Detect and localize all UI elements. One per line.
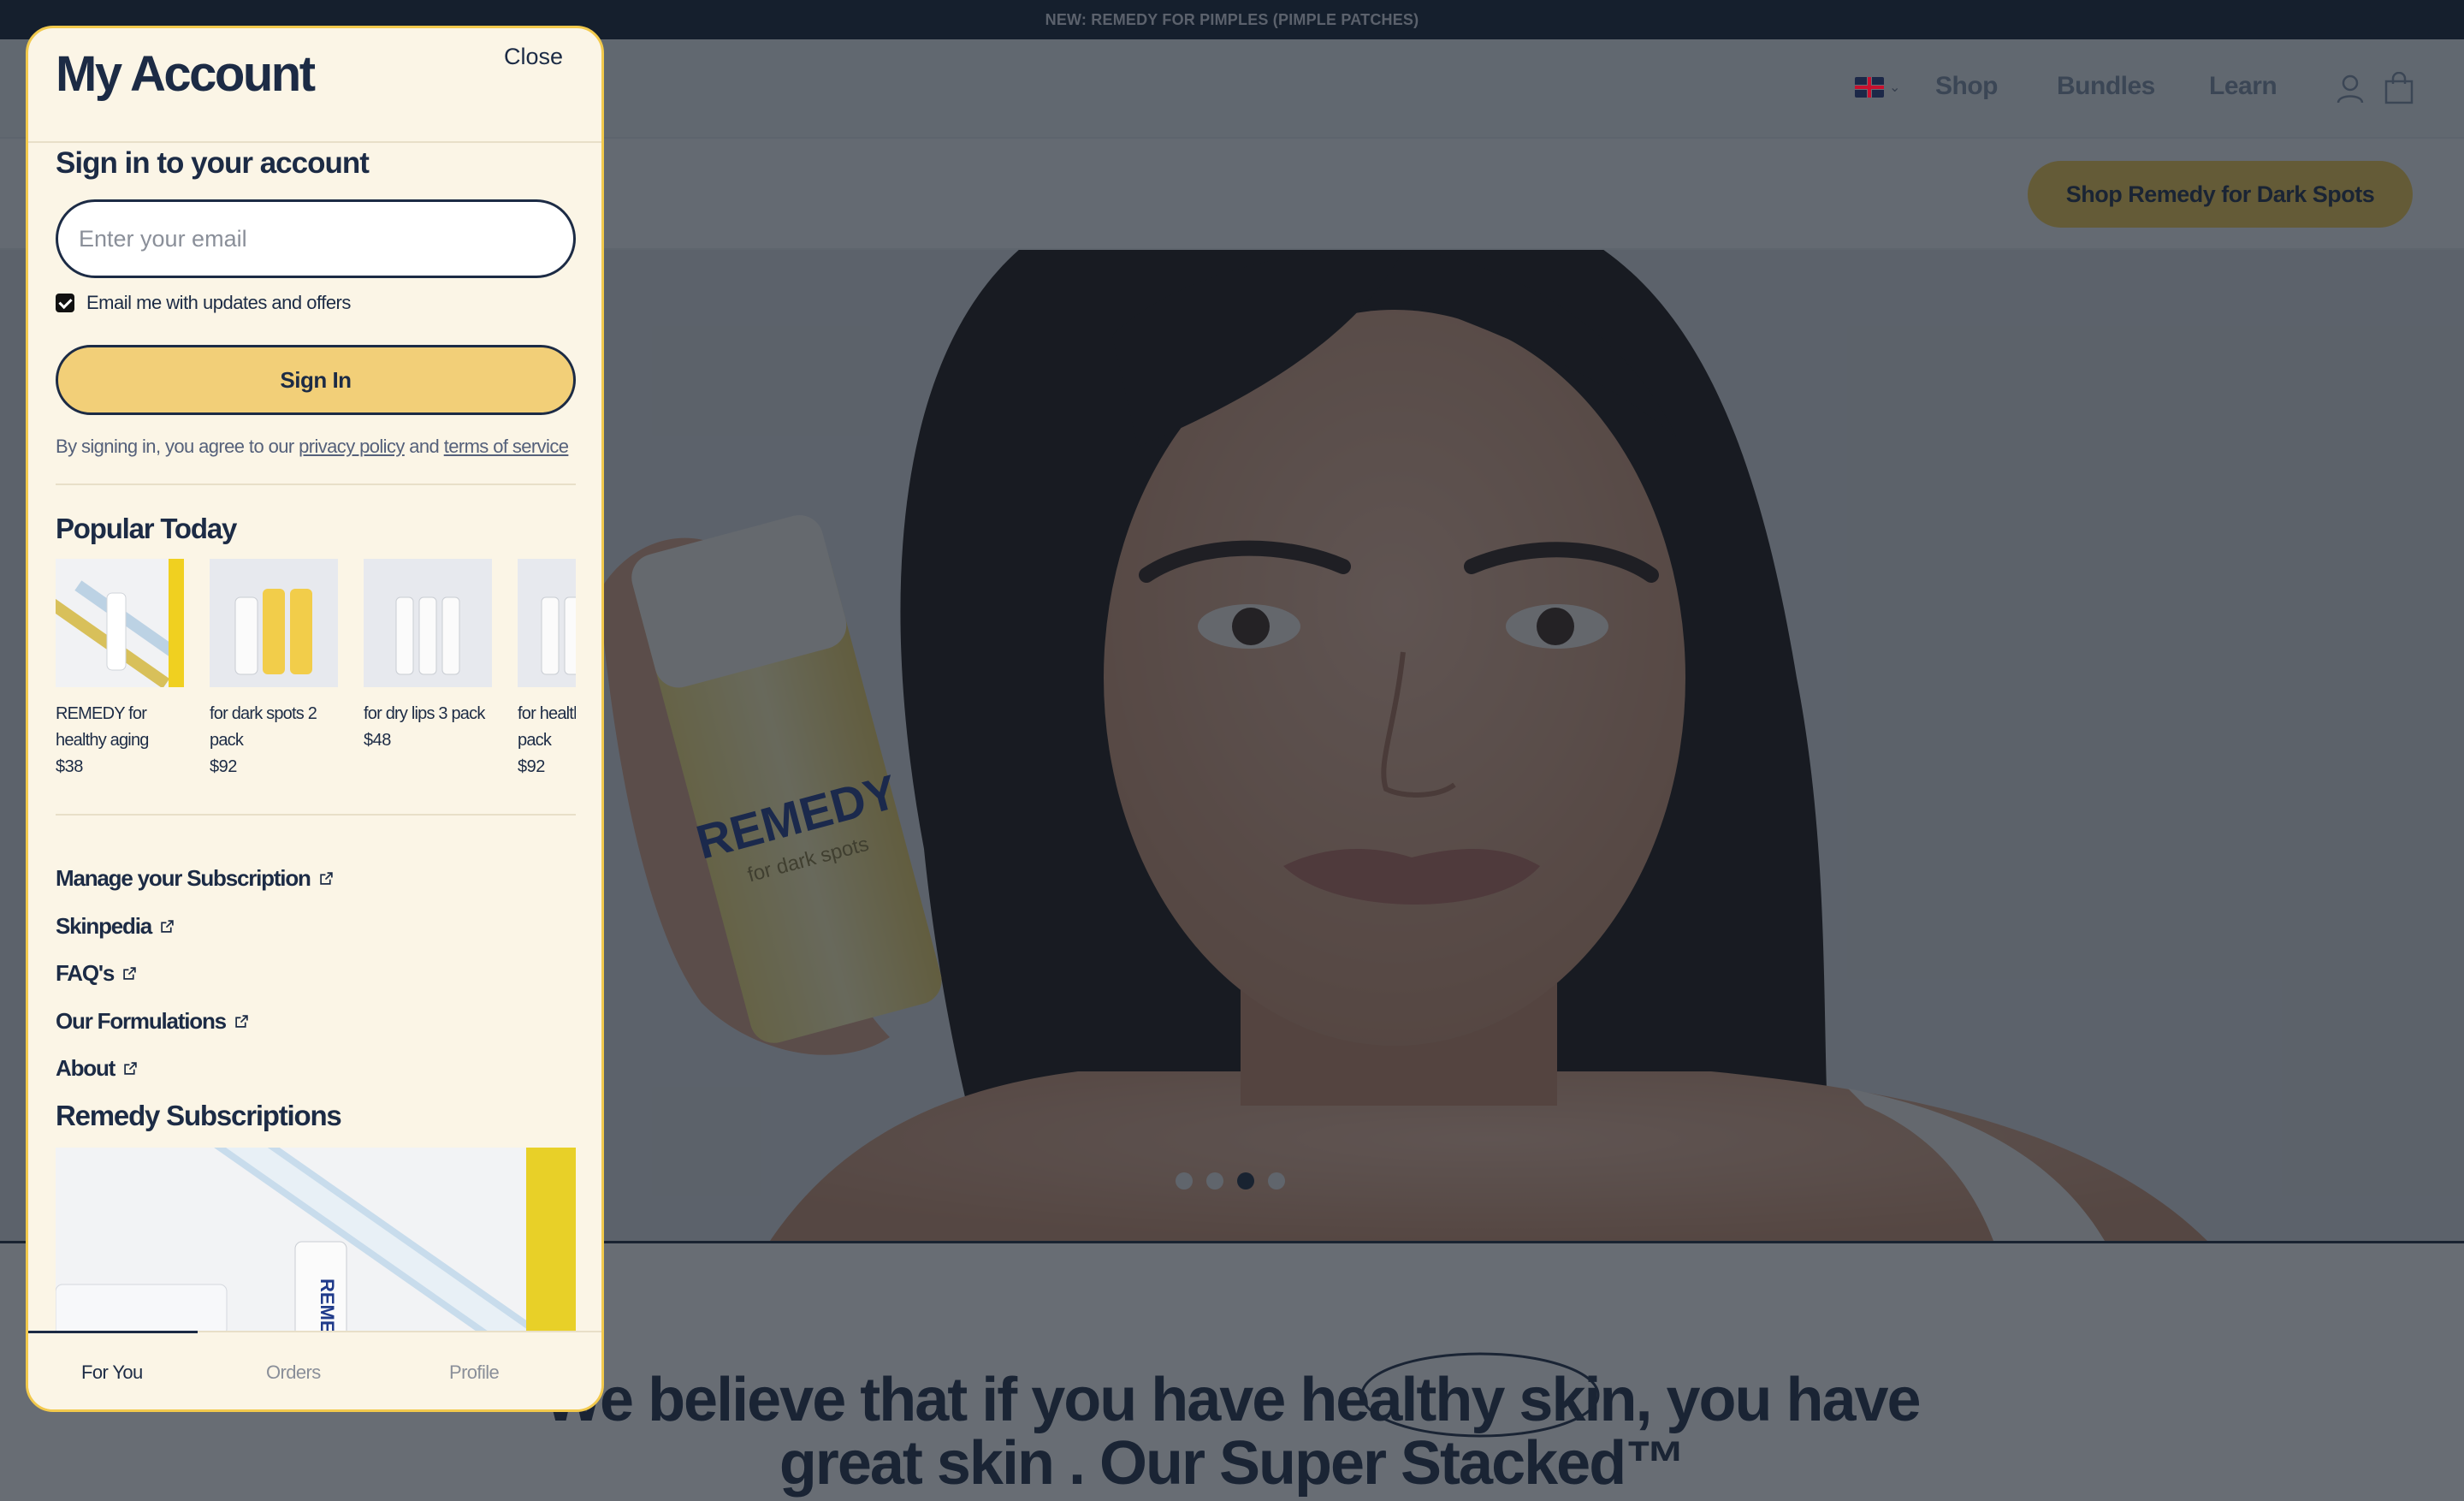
skinpedia-link[interactable]: Skinpedia [56,903,334,951]
carousel-dot-2[interactable] [1206,1172,1223,1190]
uk-flag-icon[interactable] [1855,77,1884,98]
link-label: Skinpedia [56,912,152,939]
product-card[interactable]: for dark spots 2 pack $92 [210,559,338,780]
sign-in-button[interactable]: Sign In [56,345,576,415]
subscriptions-heading: Remedy Subscriptions [56,1100,342,1131]
product-image [210,559,338,687]
mission-statement: We believe that if you have healthy skin… [544,1366,1921,1498]
external-link-icon [319,872,333,885]
product-name: for dry lips 3 pack [364,704,485,723]
email-field[interactable] [56,199,576,278]
terms-of-service-link[interactable]: terms of service [444,436,569,457]
manage-subscription-link[interactable]: Manage your Subscription [56,855,334,903]
product-price: $38 [56,757,83,776]
user-icon[interactable] [2336,74,2365,104]
signin-heading: Sign in to your account [56,146,370,180]
our-formulations-link[interactable]: Our Formulations [56,998,334,1046]
product-name: for dark spots 2 pack [210,704,317,750]
external-link-icon [161,920,174,933]
about-link[interactable]: About [56,1045,334,1093]
shop-dark-spots-button[interactable]: Shop Remedy for Dark Spots [2028,161,2413,228]
subscriptions-image[interactable]: REMEDY [56,1148,576,1331]
product-card[interactable]: REMEDY for healthy aging $38 [56,559,184,780]
product-image [518,559,576,687]
product-price: $92 [210,757,237,776]
product-card[interactable]: for dry lips 3 pack $48 [364,559,492,753]
link-label: Manage your Subscription [56,865,311,892]
link-label: About [56,1055,116,1082]
carousel-dot-1[interactable] [1176,1172,1193,1190]
product-image [56,559,184,687]
drawer-title: My Account [56,46,316,102]
chevron-down-icon[interactable]: ⌄ [1889,79,1900,96]
link-label: FAQ's [56,960,115,987]
popular-heading: Popular Today [56,513,237,544]
nav-link-shop[interactable]: Shop [1935,72,1999,101]
opt-in-label: Email me with updates and offers [86,292,351,313]
product-price: $92 [518,757,545,776]
product-price: $48 [364,731,391,750]
divider [56,484,576,485]
carousel-dots [1176,1172,1285,1190]
legal-prefix: By signing in, you agree to our [56,436,294,457]
announcement-text: NEW: REMEDY FOR PIMPLES (PIMPLE PATCHES) [1045,10,1419,28]
opt-in-checkbox[interactable] [56,294,74,312]
shopping-bag-icon[interactable] [2384,72,2414,104]
privacy-policy-link[interactable]: privacy policy [299,436,405,457]
account-drawer: My Account Close Sign in to your account… [26,26,604,1412]
legal-and: and [409,436,440,457]
tab-profile[interactable]: Profile [449,1362,500,1384]
product-name: REMEDY for healthy aging [56,704,149,750]
legal-text: By signing in, you agree to our privacy … [56,436,569,458]
external-link-icon [123,967,136,980]
divider [28,141,601,143]
external-link-icon [124,1062,137,1075]
drawer-tab-bar: For You Orders Profile [28,1331,601,1409]
account-links: Manage your Subscription Skinpedia FAQ's… [56,855,334,1093]
product-card[interactable]: for healthy aging 2 pack $92 [518,559,576,780]
product-image [364,559,492,687]
faqs-link[interactable]: FAQ's [56,950,334,998]
popular-carousel[interactable]: REMEDY for healthy aging $38 for dark sp… [56,559,576,807]
carousel-dot-4[interactable] [1268,1172,1285,1190]
nav-link-learn[interactable]: Learn [2209,72,2277,101]
highlight-circle [1360,1352,1600,1438]
nav-link-bundles[interactable]: Bundles [2057,72,2155,101]
subscription-product-text: REMEDY [317,1279,338,1331]
tab-orders[interactable]: Orders [266,1362,321,1384]
opt-in-row[interactable]: Email me with updates and offers [56,292,351,314]
product-name: for healthy aging 2 pack [518,704,576,750]
carousel-dot-3[interactable] [1237,1172,1254,1190]
link-label: Our Formulations [56,1007,227,1034]
tab-for-you[interactable]: For You [81,1362,143,1384]
divider [56,814,576,816]
active-tab-indicator [28,1331,198,1333]
external-link-icon [235,1015,248,1028]
close-button[interactable]: Close [504,44,563,70]
